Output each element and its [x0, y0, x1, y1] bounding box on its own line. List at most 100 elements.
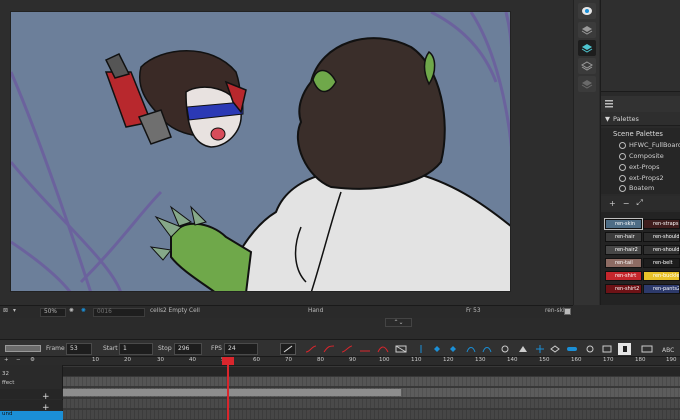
snap-icon[interactable]	[394, 343, 407, 355]
gear-icon[interactable]: ✺	[69, 308, 74, 314]
swatch-ren-tail[interactable]: ren-tail	[605, 258, 642, 268]
timeline-ruler[interactable]: 10 20 30 40 50 60 70 80 90 100 110 120 1…	[63, 357, 680, 366]
fps-label: FPS	[211, 345, 222, 352]
panel-tab-strip[interactable]	[601, 96, 680, 112]
swatch-ren-skin[interactable]: ren-skin	[604, 218, 643, 230]
dropdown-chevron-icon[interactable]: ▾	[13, 308, 16, 314]
text-abc-icon[interactable]: ABC	[662, 343, 675, 355]
start-input[interactable]: 1	[119, 343, 153, 355]
scene-palettes-title: Scene Palettes	[613, 130, 663, 138]
scene-artwork	[11, 12, 510, 291]
layer-row-selected[interactable]: und	[0, 411, 63, 420]
zoom-field[interactable]: 50%	[40, 308, 66, 317]
split-icon[interactable]	[414, 343, 427, 355]
drawing-field[interactable]: 0016	[93, 308, 145, 317]
scene-palettes-list: Scene Palettes HFWC_FullBoard Composite …	[601, 128, 680, 194]
add-layer-icon[interactable]: +	[4, 357, 9, 363]
stop-label: Stop	[158, 345, 172, 352]
palette-item[interactable]: ext-Props2	[619, 173, 664, 183]
swatch-ren-shirt[interactable]: ren-shirt	[605, 271, 642, 281]
film-icon[interactable]	[640, 343, 653, 355]
layer-row[interactable]: ffect	[0, 380, 63, 389]
playhead[interactable]	[227, 357, 229, 420]
remove-layer-icon[interactable]: −	[16, 357, 21, 363]
stop-input[interactable]: 296	[174, 343, 202, 355]
expose-icon[interactable]	[498, 343, 511, 355]
settings-icon[interactable]	[600, 343, 613, 355]
add-sub-layer-icon[interactable]: +	[42, 392, 50, 402]
curve-icon[interactable]	[376, 343, 389, 355]
camera-toggle-icon[interactable]: ⊠	[3, 308, 8, 314]
loop-icon[interactable]	[548, 343, 561, 355]
ease-both-icon[interactable]	[340, 343, 353, 355]
stop-motion-icon[interactable]	[464, 343, 477, 355]
add-sub-layer-icon[interactable]: +	[42, 403, 50, 413]
palette-item[interactable]: HFWC_FullBoard	[619, 140, 680, 150]
drawing-canvas[interactable]	[10, 11, 511, 292]
ease-out-icon[interactable]	[322, 343, 335, 355]
palette-ring-icon	[619, 174, 626, 182]
add-keyframe-icon[interactable]	[430, 343, 443, 355]
layers-dim-icon[interactable]	[578, 76, 596, 92]
remove-keyframe-icon[interactable]	[446, 343, 459, 355]
color-swatches: ren-skin ren-straps ren-hair ren-shoulde…	[601, 212, 680, 305]
palettes-title: Palettes	[613, 114, 639, 123]
marker-icon[interactable]	[516, 343, 529, 355]
eye-icon[interactable]	[578, 3, 596, 19]
drawing-swatch[interactable]	[564, 308, 571, 315]
color-wheel-icon[interactable]: ✺	[81, 308, 86, 314]
frame-input[interactable]: 53	[66, 343, 92, 355]
timeline-zoom-slider[interactable]	[5, 345, 41, 352]
swatch-ren-shoulderpa2[interactable]: ren-shoulderpa	[643, 245, 680, 255]
palettes-header[interactable]: ▼ Palettes	[601, 112, 680, 126]
swatch-ren-hair2[interactable]: ren-hair2	[605, 245, 642, 255]
swatch-ren-straps[interactable]: ren-straps	[643, 219, 680, 229]
timeline-track[interactable]	[63, 399, 680, 408]
layer-row[interactable]	[0, 389, 63, 399]
toggle-icon[interactable]	[565, 343, 578, 355]
swatch-ren-belt[interactable]: ren-belt	[643, 258, 680, 268]
timeline-frames[interactable]: 10 20 30 40 50 60 70 80 90 100 110 120 1…	[63, 357, 680, 420]
menu-icon[interactable]	[604, 99, 614, 109]
timeline-track[interactable]	[63, 388, 680, 397]
layer-options-icon[interactable]: ⚙	[30, 357, 35, 363]
current-frame: Fr 53	[466, 308, 481, 314]
onion-skin-icon[interactable]	[533, 343, 546, 355]
ease-in-icon[interactable]	[304, 343, 317, 355]
fps-input[interactable]: 24	[224, 343, 258, 355]
swatch-ren-shirt2[interactable]: ren-shirt2	[605, 284, 642, 294]
collapse-icon[interactable]: ▼	[605, 115, 610, 123]
swatch-ren-hair[interactable]: ren-hair	[605, 232, 642, 242]
exposure-bar[interactable]	[63, 389, 401, 396]
expand-palette-button[interactable]: ⤢	[636, 198, 642, 208]
add-palette-button[interactable]: +	[609, 199, 616, 208]
palette-item[interactable]: Boatem	[619, 183, 654, 193]
remove-palette-button[interactable]: −	[623, 199, 630, 208]
palette-item[interactable]: Composite	[619, 151, 664, 161]
swatch-ren-pants2[interactable]: ren-pants2	[643, 284, 680, 294]
layer-header: + − ⚙	[0, 357, 63, 365]
layers-stack-icon[interactable]	[578, 40, 596, 56]
swatch-ren-buckle[interactable]: ren-buckle	[643, 271, 680, 281]
timeline-track[interactable]	[63, 410, 680, 419]
camera-view[interactable]	[0, 0, 573, 305]
timeline-toolbar: Frame 53 Start 1 Stop 296 FPS 24 ABC	[0, 339, 680, 357]
line-icon[interactable]	[280, 343, 296, 355]
palette-ring-icon	[619, 184, 626, 192]
sync-icon[interactable]	[583, 343, 596, 355]
empty-panel-area	[601, 0, 680, 92]
clapper-icon[interactable]	[618, 343, 631, 355]
swatch-ren-shoulderpa[interactable]: ren-shoulderpa	[643, 232, 680, 242]
layers-outline-icon[interactable]	[578, 58, 596, 74]
layer-row[interactable]: 32	[0, 371, 63, 380]
timeline-track[interactable]	[63, 367, 680, 376]
playhead-handle[interactable]	[222, 357, 234, 365]
layer-icon[interactable]	[578, 22, 596, 38]
palette-item[interactable]: ext-Props	[619, 162, 659, 172]
layer-row[interactable]	[0, 400, 63, 410]
timeline-track[interactable]	[63, 377, 680, 386]
hold-icon[interactable]	[358, 343, 371, 355]
palette-ring-icon	[619, 152, 626, 160]
panel-resize-handle[interactable]: ⌃⌄	[385, 318, 412, 327]
motion-key-icon[interactable]	[480, 343, 493, 355]
